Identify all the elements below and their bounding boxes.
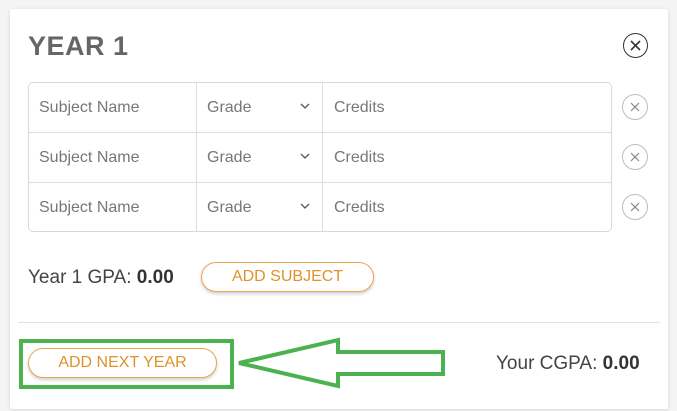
year-title: YEAR 1 (28, 31, 129, 61)
credits-input[interactable]: Credits (323, 133, 611, 182)
grade-select-label: Grade (207, 148, 252, 166)
close-icon (630, 152, 640, 162)
grade-select[interactable]: Grade (197, 183, 323, 232)
chevron-down-icon (300, 103, 310, 109)
remove-year-button[interactable] (623, 33, 648, 58)
remove-subject-button[interactable] (622, 144, 648, 170)
year-card: YEAR 1 Subject Name Grade Credits Subjec… (10, 9, 668, 409)
add-next-year-button[interactable]: ADD NEXT YEAR (28, 348, 217, 378)
year-gpa-label: Year 1 GPA: (28, 267, 132, 288)
cgpa-display: Your CGPA: 0.00 (496, 353, 640, 375)
year-gpa: Year 1 GPA: 0.00 (28, 267, 174, 289)
year-gpa-value: 0.00 (136, 267, 174, 288)
close-icon (630, 102, 640, 112)
remove-subject-button[interactable] (622, 94, 648, 120)
chevron-down-icon (300, 153, 310, 159)
arrow-left-outline-icon (238, 337, 445, 389)
subject-name-input[interactable]: Subject Name (29, 83, 197, 133)
credits-input[interactable]: Credits (323, 183, 611, 232)
cgpa-label: Your CGPA: (496, 353, 598, 374)
subject-row: Subject Name Grade Credits (29, 182, 611, 232)
grade-select[interactable]: Grade (197, 133, 323, 182)
grade-select[interactable]: Grade (197, 83, 323, 133)
grade-select-label: Grade (207, 198, 252, 216)
credits-input[interactable]: Credits (323, 83, 611, 133)
chevron-down-icon (300, 203, 310, 209)
remove-subject-button[interactable] (622, 194, 648, 220)
subject-row: Subject Name Grade Credits (29, 132, 611, 182)
divider (18, 322, 660, 323)
close-icon (630, 202, 640, 212)
subjects-table: Subject Name Grade Credits Subject Name … (28, 82, 612, 232)
subject-name-input[interactable]: Subject Name (29, 133, 197, 182)
add-subject-button[interactable]: ADD SUBJECT (201, 262, 374, 292)
subject-name-input[interactable]: Subject Name (29, 183, 197, 232)
grade-select-label: Grade (207, 99, 252, 116)
subject-row: Subject Name Grade Credits (29, 83, 611, 133)
close-icon (630, 40, 641, 51)
cgpa-value: 0.00 (602, 353, 640, 374)
